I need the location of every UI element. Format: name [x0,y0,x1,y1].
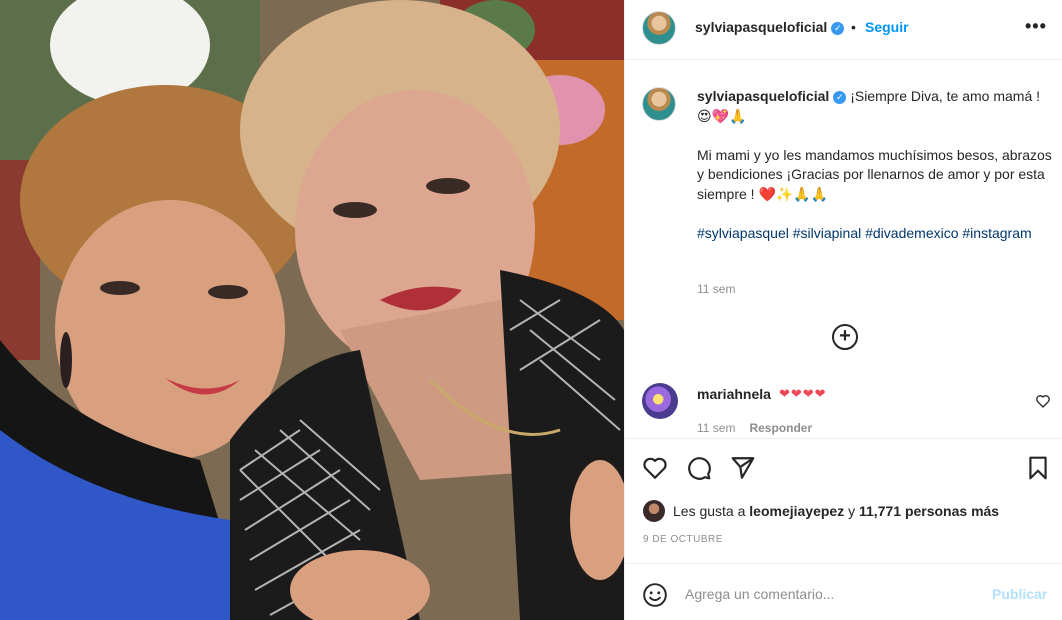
more-icon[interactable]: ••• [1025,16,1047,37]
caption-line-2: Mi mami y yo les mandamos muchísimos bes… [697,146,1052,202]
author-avatar[interactable] [642,11,676,45]
comment-heart-icon[interactable] [1035,393,1051,409]
author-username-text[interactable]: sylviapasqueloficial [695,19,827,35]
add-comment-bar: Publicar [625,563,1062,620]
photo-illustration [0,0,624,620]
separator-dot: • [851,19,856,35]
verified-badge-icon: ✓ [833,91,847,104]
caption-username[interactable]: sylviapasqueloficial [697,88,829,104]
verified-badge-icon: ✓ [831,22,845,35]
caption-first-line: sylviapasqueloficial ✓ ¡Siempre Diva, te … [697,87,1052,126]
likes-prefix: Les gusta a [673,503,746,519]
post-date[interactable]: 9 DE OCTUBRE [643,534,723,545]
comment-input[interactable] [685,582,975,606]
reply-button[interactable]: Responder [749,421,812,435]
post-caption: sylviapasqueloficial ✓ ¡Siempre Diva, te … [697,87,1052,263]
share-icon[interactable] [730,455,756,481]
caption-timestamp[interactable]: 11 sem [697,282,735,296]
hashtag-link[interactable]: #instagram [962,225,1031,241]
liker-username[interactable]: leomejiayepez [749,503,844,519]
comment-username[interactable]: mariahnela [697,386,771,402]
post-sidebar: sylviapasqueloficial ✓ • Seguir ••• sylvi… [624,0,1062,620]
post-header: sylviapasqueloficial ✓ • Seguir ••• [625,0,1062,60]
likes-conjunction: y [848,503,856,519]
comment-timestamp[interactable]: 11 sem [697,421,735,435]
hashtag-link[interactable]: #divademexico [865,225,958,241]
bookmark-icon[interactable] [1025,455,1051,481]
comment-text: ❤❤❤❤ [779,386,827,401]
post-photo[interactable] [0,0,624,620]
comment-meta: 11 sem Responder [697,421,812,435]
emoji-icon[interactable] [642,582,668,608]
plus-circle-icon[interactable]: + [832,324,858,350]
caption-hashtags: #sylviapasquel #silviapinal #divademexic… [697,224,1052,244]
comment-icon[interactable] [686,455,712,481]
heart-icon[interactable] [642,455,668,481]
publish-button[interactable]: Publicar [992,586,1047,602]
likes-summary: Les gusta a leomejiayepez y 11,771 perso… [673,503,999,519]
caption-author-avatar[interactable] [642,87,676,121]
likes-count[interactable]: 11,771 personas más [859,503,999,519]
hashtag-link[interactable]: #sylviapasquel [697,225,789,241]
action-bar-divider [625,438,1062,439]
hashtag-link[interactable]: #silviapinal [793,225,861,241]
commenter-avatar[interactable] [642,383,678,419]
follow-button[interactable]: Seguir [865,19,909,35]
author-username[interactable]: sylviapasqueloficial ✓ [695,19,845,35]
liker-avatar[interactable] [643,500,665,522]
